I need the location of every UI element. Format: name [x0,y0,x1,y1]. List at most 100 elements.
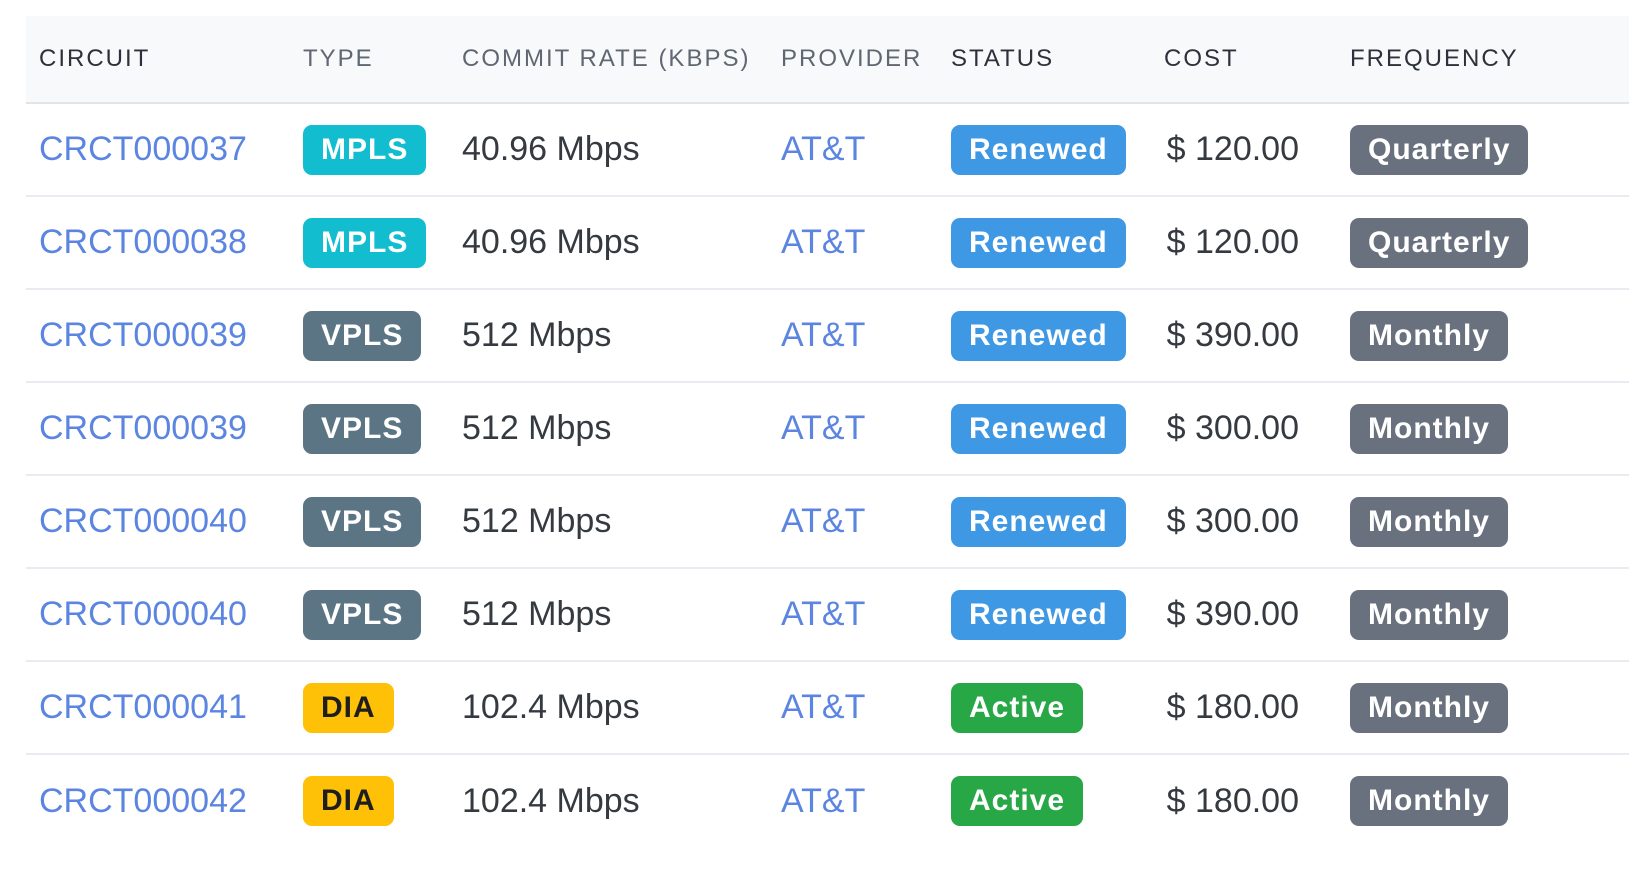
cell-commit-rate: 512 Mbps [462,595,612,633]
cell-status: Renewed [938,382,1151,475]
cell-status: Active [938,754,1151,847]
cell-commit-rate: 40.96 Mbps [462,223,640,261]
cell-circuit: CRCT000040 [26,568,290,661]
table-row[interactable]: CRCT000040 VPLS 512 Mbps AT&T Renewed $ 390.0… [26,568,1629,661]
type-badge: VPLS [303,310,422,361]
cell-provider: AT&T [768,289,938,382]
circuit-link[interactable]: CRCT000040 [39,595,247,633]
cell-frequency: Monthly [1337,475,1629,568]
cell-frequency: Monthly [1337,382,1629,475]
provider-link[interactable]: AT&T [781,688,865,726]
cell-commit-rate: 512 Mbps [462,316,612,354]
cell-type: VPLS [290,568,449,661]
column-header-cost[interactable]: COST [1151,16,1337,103]
provider-link[interactable]: AT&T [781,502,865,540]
status-badge: Active [951,776,1084,826]
circuit-link[interactable]: CRCT000041 [39,688,247,726]
cell-frequency: Monthly [1337,754,1629,847]
cell-frequency: Monthly [1337,289,1629,382]
type-badge: MPLS [303,124,427,175]
status-badge: Renewed [951,589,1126,640]
cell-circuit: CRCT000039 [26,382,290,475]
cell-circuit: CRCT000040 [26,475,290,568]
cell-cost: $ 390.00 [1166,316,1299,354]
cell-commit-rate: 512 Mbps [462,409,612,447]
cell-commit-rate: 40.96 Mbps [462,130,640,168]
cell-provider: AT&T [768,754,938,847]
type-badge: DIA [303,682,394,733]
cell-provider: AT&T [768,661,938,754]
cell-commit-rate: 102.4 Mbps [462,781,640,820]
type-badge: VPLS [303,403,422,454]
provider-link[interactable]: AT&T [781,316,865,354]
cell-frequency: Quarterly [1337,103,1629,196]
circuits-table: CIRCUIT TYPE COMMIT RATE (KBPS) PROVIDER… [26,16,1629,847]
cell-type: MPLS [290,196,449,289]
status-badge: Renewed [951,217,1126,268]
cell-type: MPLS [290,103,449,196]
cell-commit-rate: 102.4 Mbps [462,688,640,726]
circuit-link[interactable]: CRCT000039 [39,409,247,447]
cell-cost: $ 120.00 [1166,223,1299,261]
cell-cost: $ 180.00 [1166,688,1299,726]
table-row[interactable]: CRCT000038 MPLS 40.96 Mbps AT&T Renewed $ 120… [26,196,1629,289]
column-header-frequency[interactable]: FREQUENCY [1337,16,1629,103]
circuit-link[interactable]: CRCT000039 [39,316,247,354]
cell-commit-rate: 512 Mbps [462,502,612,540]
cell-type: DIA [290,661,449,754]
provider-link[interactable]: AT&T [781,409,865,447]
cell-frequency: Monthly [1337,568,1629,661]
status-badge: Renewed [951,310,1126,361]
column-header-type[interactable]: TYPE [290,16,449,103]
table-row[interactable]: CRCT000039 VPLS 512 Mbps AT&T Renewed $ 300.0… [26,382,1629,475]
frequency-badge: Monthly [1350,403,1508,454]
cell-cost: $ 180.00 [1166,781,1299,820]
circuit-link[interactable]: CRCT000042 [39,782,247,820]
cell-provider: AT&T [768,103,938,196]
frequency-badge: Quarterly [1350,124,1529,175]
provider-link[interactable]: AT&T [781,595,865,633]
type-badge: DIA [303,776,394,826]
circuit-link[interactable]: CRCT000038 [39,223,247,261]
provider-link[interactable]: AT&T [781,782,865,820]
cell-circuit: CRCT000039 [26,289,290,382]
cell-cost: $ 390.00 [1166,595,1299,633]
cell-type: DIA [290,754,449,847]
status-badge: Renewed [951,403,1126,454]
table-row[interactable]: CRCT000041 DIA 102.4 Mbps AT&T Active $ 180.0… [26,661,1629,754]
cell-status: Active [938,661,1151,754]
table-row[interactable]: CRCT000037 MPLS 40.96 Mbps AT&T Renewed $ 120… [26,103,1629,196]
provider-link[interactable]: AT&T [781,130,865,168]
cell-status: Renewed [938,475,1151,568]
status-badge: Renewed [951,496,1126,547]
column-header-provider[interactable]: PROVIDER [768,16,938,103]
frequency-badge: Monthly [1350,310,1508,361]
cell-provider: AT&T [768,568,938,661]
cell-status: Renewed [938,103,1151,196]
cell-status: Renewed [938,568,1151,661]
cell-circuit: CRCT000037 [26,103,290,196]
table-row[interactable]: CRCT000042 DIA 102.4 Mbps AT&T Active $ 180.0… [26,754,1629,847]
type-badge: VPLS [303,496,422,547]
cell-type: VPLS [290,289,449,382]
column-header-commit-rate[interactable]: COMMIT RATE (KBPS) [449,16,768,103]
cell-provider: AT&T [768,382,938,475]
column-header-status[interactable]: STATUS [938,16,1151,103]
table-row[interactable]: CRCT000040 VPLS 512 Mbps AT&T Renewed $ 300.0… [26,475,1629,568]
cell-circuit: CRCT000042 [26,754,290,847]
cell-status: Renewed [938,196,1151,289]
column-header-circuit[interactable]: CIRCUIT [26,16,290,103]
status-badge: Renewed [951,124,1126,175]
cell-provider: AT&T [768,475,938,568]
circuit-link[interactable]: CRCT000040 [39,502,247,540]
cell-frequency: Quarterly [1337,196,1629,289]
cell-status: Renewed [938,289,1151,382]
table-row[interactable]: CRCT000039 VPLS 512 Mbps AT&T Renewed $ 390.0… [26,289,1629,382]
cell-type: VPLS [290,382,449,475]
provider-link[interactable]: AT&T [781,223,865,261]
frequency-badge: Monthly [1350,496,1508,547]
cell-frequency: Monthly [1337,661,1629,754]
circuit-link[interactable]: CRCT000037 [39,130,247,168]
type-badge: MPLS [303,217,427,268]
frequency-badge: Monthly [1350,589,1508,640]
